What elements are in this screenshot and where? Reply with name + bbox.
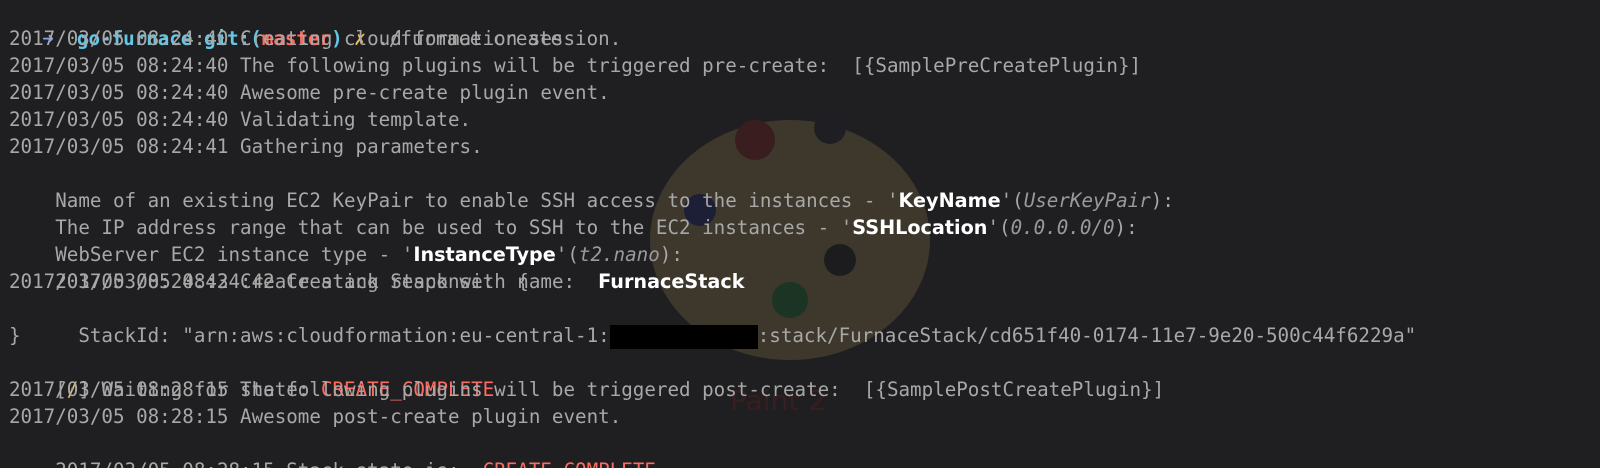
param-mid: '( (987, 216, 1011, 239)
param-prompt-keyname: Name of an existing EC2 KeyPair to enabl… (9, 160, 1174, 212)
creating-stack-line: 2017/03/05 08:24:42 Creating Stack with … (9, 241, 744, 293)
stack-id-suffix: :stack/FurnaceStack/cd651f40-0174-11e7-9… (757, 324, 1417, 347)
close-brace-line: } (9, 324, 21, 347)
stack-response-line: 2017/03/05 08:24:43 Create stack respons… (9, 270, 529, 293)
param-default: 0.0.0.0/0 (1010, 216, 1115, 239)
log-line: 2017/03/05 08:24:40 Validating template. (9, 108, 472, 131)
terminal-window[interactable]: Paint 2 ➜ go-furnace git:(master) ✗ ./fu… (0, 0, 1600, 468)
final-state-line: 2017/03/05 08:28:15 Stack state is: CREA… (9, 430, 656, 468)
param-prompt-instancetype: WebServer EC2 instance type - 'InstanceT… (9, 214, 683, 266)
stack-name: FurnaceStack (598, 270, 745, 293)
param-end: ): (1150, 189, 1174, 212)
log-line: 2017/03/05 08:24:41 Gathering parameters… (9, 135, 483, 158)
redacted-account-id (609, 324, 758, 349)
prompt-line: ➜ go-furnace git:(master) ✗ ./furnace cr… (0, 0, 562, 50)
log-line: 2017/03/05 08:24:40 Creating cloud forma… (9, 27, 622, 50)
final-state-value: CREATE_COMPLETE (483, 459, 656, 468)
stack-id-prefix: StackId: "arn:aws:cloudformation:eu-cent… (55, 324, 610, 347)
log-line: 2017/03/05 08:24:40 Awesome pre-create p… (9, 81, 610, 104)
log-line: 2017/03/05 08:28:15 Awesome post-create … (9, 405, 622, 428)
param-end: ): (1114, 216, 1138, 239)
final-state-prefix: 2017/03/05 08:28:15 Stack state is: (55, 459, 482, 468)
waiting-line: [/] Waiting for state: CREATE_COMPLETE (9, 349, 494, 401)
log-line: 2017/03/05 08:24:40 The following plugin… (9, 54, 1142, 77)
log-line: 2017/03/05 08:28:15 The following plugin… (9, 378, 1165, 401)
param-prompt-sshlocation: The IP address range that can be used to… (9, 187, 1137, 239)
stack-id-line: StackId: "arn:aws:cloudformation:eu-cent… (9, 295, 1416, 349)
param-name: SSHLocation (852, 216, 988, 239)
